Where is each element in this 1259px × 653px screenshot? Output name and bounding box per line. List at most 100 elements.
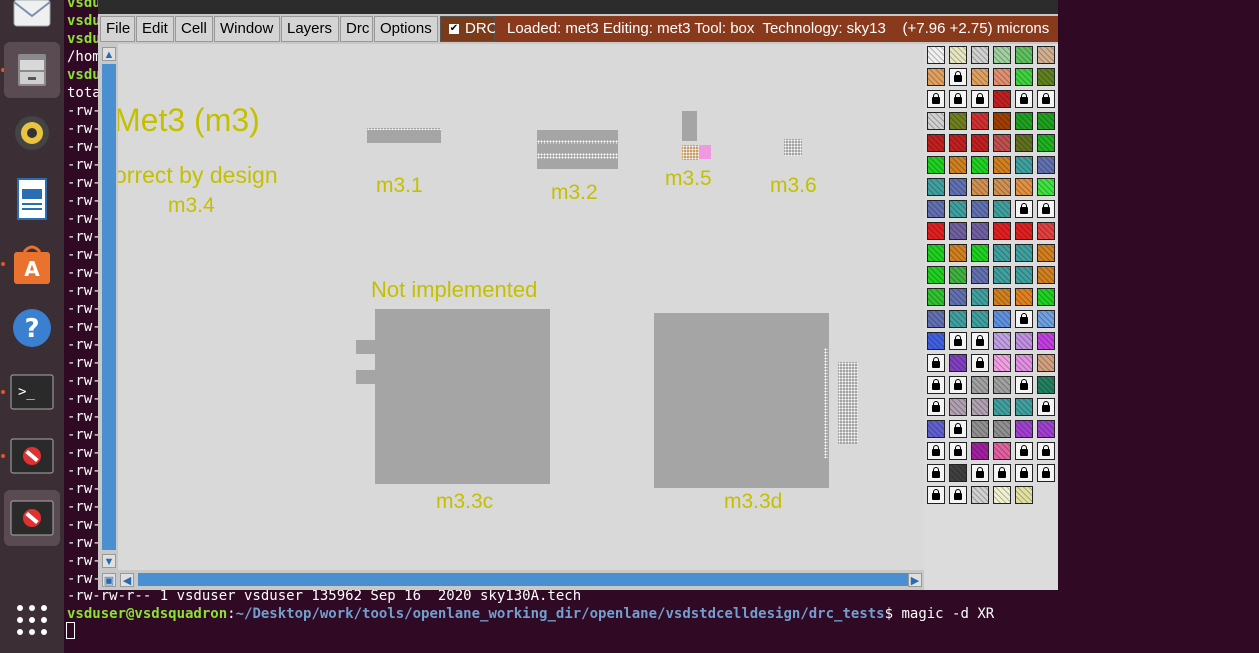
layer-swatch[interactable] bbox=[927, 156, 945, 174]
blocked-app-icon[interactable] bbox=[4, 490, 60, 546]
layer-swatch[interactable] bbox=[949, 288, 967, 306]
layer-swatch[interactable] bbox=[1037, 112, 1055, 130]
layer-swatch[interactable] bbox=[993, 266, 1011, 284]
layer-lock-icon[interactable] bbox=[927, 354, 945, 372]
layer-swatch[interactable] bbox=[993, 134, 1011, 152]
layer-swatch[interactable] bbox=[949, 134, 967, 152]
layer-lock-icon[interactable] bbox=[927, 442, 945, 460]
layer-swatch[interactable] bbox=[1015, 332, 1033, 350]
layer-swatch[interactable] bbox=[971, 46, 989, 64]
layout-canvas[interactable]: Met3 (m3) orrect by design m3.4 m3.1 m3.… bbox=[118, 44, 924, 570]
layer-swatch[interactable] bbox=[993, 222, 1011, 240]
layer-swatch[interactable] bbox=[1015, 68, 1033, 86]
m3-2-rect-mid[interactable] bbox=[537, 144, 618, 153]
m3-1-rect[interactable] bbox=[367, 130, 441, 143]
layer-lock-icon[interactable] bbox=[971, 90, 989, 108]
layer-swatch[interactable] bbox=[1037, 134, 1055, 152]
layer-swatch[interactable] bbox=[1037, 244, 1055, 262]
layer-swatch[interactable] bbox=[1015, 398, 1033, 416]
terminal-icon[interactable]: >_ bbox=[4, 364, 60, 420]
horizontal-scrollbar[interactable]: ▣ ◀ ▶ bbox=[98, 570, 924, 590]
layer-swatch[interactable] bbox=[949, 464, 967, 482]
m3-6-rect[interactable] bbox=[784, 139, 802, 156]
apps-grid-icon[interactable] bbox=[4, 592, 60, 648]
m3-5-pink-box[interactable] bbox=[699, 145, 711, 159]
layer-swatch[interactable] bbox=[927, 266, 945, 284]
layer-swatch[interactable] bbox=[927, 134, 945, 152]
m3-3c-stub-2[interactable] bbox=[356, 370, 376, 384]
layer-lock-icon[interactable] bbox=[949, 332, 967, 350]
layer-swatch[interactable] bbox=[1037, 288, 1055, 306]
layer-swatch[interactable] bbox=[1015, 288, 1033, 306]
layer-swatch[interactable] bbox=[927, 46, 945, 64]
layer-swatch[interactable] bbox=[993, 112, 1011, 130]
file-manager-icon[interactable] bbox=[4, 42, 60, 98]
layer-swatch[interactable] bbox=[1037, 332, 1055, 350]
layer-swatch[interactable] bbox=[1037, 156, 1055, 174]
layer-lock-icon[interactable] bbox=[1037, 200, 1055, 218]
layer-swatch[interactable] bbox=[927, 244, 945, 262]
layer-lock-icon[interactable] bbox=[949, 90, 967, 108]
layer-swatch[interactable] bbox=[993, 310, 1011, 328]
layer-swatch[interactable] bbox=[949, 178, 967, 196]
layer-swatch[interactable] bbox=[1037, 222, 1055, 240]
layer-lock-icon[interactable] bbox=[927, 90, 945, 108]
layer-swatch[interactable] bbox=[1015, 112, 1033, 130]
layer-lock-icon[interactable] bbox=[1015, 90, 1033, 108]
layer-swatch[interactable] bbox=[993, 178, 1011, 196]
layer-swatch[interactable] bbox=[949, 156, 967, 174]
layer-swatch[interactable] bbox=[927, 200, 945, 218]
layer-swatch[interactable] bbox=[1015, 156, 1033, 174]
m3-5-rect[interactable] bbox=[682, 111, 697, 141]
layer-lock-icon[interactable] bbox=[949, 376, 967, 394]
window-titlebar[interactable] bbox=[98, 0, 1058, 14]
menu-cell[interactable]: Cell bbox=[175, 16, 213, 42]
layer-swatch[interactable] bbox=[971, 376, 989, 394]
layer-lock-icon[interactable] bbox=[1015, 376, 1033, 394]
layer-swatch[interactable] bbox=[927, 112, 945, 130]
layer-lock-icon[interactable] bbox=[927, 464, 945, 482]
layer-swatch[interactable] bbox=[993, 200, 1011, 218]
layer-swatch[interactable] bbox=[993, 46, 1011, 64]
layer-swatch[interactable] bbox=[927, 332, 945, 350]
menu-file[interactable]: File bbox=[100, 16, 135, 42]
layer-swatch[interactable] bbox=[927, 68, 945, 86]
layer-swatch[interactable] bbox=[949, 310, 967, 328]
menu-options[interactable]: Options bbox=[374, 16, 438, 42]
layer-lock-icon[interactable] bbox=[1015, 310, 1033, 328]
layer-swatch[interactable] bbox=[1015, 354, 1033, 372]
layer-swatch[interactable] bbox=[949, 266, 967, 284]
m3-5-via[interactable] bbox=[682, 145, 699, 160]
layer-lock-icon[interactable] bbox=[971, 464, 989, 482]
layer-swatch[interactable] bbox=[993, 288, 1011, 306]
speaker-icon[interactable] bbox=[4, 105, 60, 161]
layer-swatch[interactable] bbox=[993, 420, 1011, 438]
layer-lock-icon[interactable] bbox=[927, 376, 945, 394]
layer-lock-icon[interactable] bbox=[1015, 200, 1033, 218]
layer-swatch[interactable] bbox=[993, 244, 1011, 262]
m3-3d-side-rect[interactable] bbox=[838, 362, 858, 444]
layer-lock-icon[interactable] bbox=[927, 486, 945, 504]
menu-layers[interactable]: Layers bbox=[281, 16, 339, 42]
scroll-right-arrow[interactable]: ▶ bbox=[908, 573, 922, 587]
zoom-box-icon[interactable]: ▣ bbox=[102, 573, 116, 587]
blocked-app-icon[interactable] bbox=[4, 428, 60, 484]
layer-lock-icon[interactable] bbox=[949, 442, 967, 460]
layer-lock-icon[interactable] bbox=[949, 68, 967, 86]
layer-swatch[interactable] bbox=[949, 398, 967, 416]
layer-swatch[interactable] bbox=[949, 200, 967, 218]
layer-swatch[interactable] bbox=[993, 156, 1011, 174]
layer-swatch[interactable] bbox=[1037, 376, 1055, 394]
layer-swatch[interactable] bbox=[971, 222, 989, 240]
layer-lock-icon[interactable] bbox=[993, 464, 1011, 482]
layer-swatch[interactable] bbox=[1037, 178, 1055, 196]
software-center-icon[interactable]: A bbox=[4, 236, 60, 292]
layer-swatch[interactable] bbox=[971, 288, 989, 306]
layer-swatch[interactable] bbox=[1037, 68, 1055, 86]
layer-lock-icon[interactable] bbox=[927, 398, 945, 416]
layer-lock-icon[interactable] bbox=[971, 332, 989, 350]
layer-swatch[interactable] bbox=[927, 178, 945, 196]
layer-swatch[interactable] bbox=[927, 222, 945, 240]
layer-swatch[interactable] bbox=[971, 244, 989, 262]
layer-swatch[interactable] bbox=[1037, 46, 1055, 64]
